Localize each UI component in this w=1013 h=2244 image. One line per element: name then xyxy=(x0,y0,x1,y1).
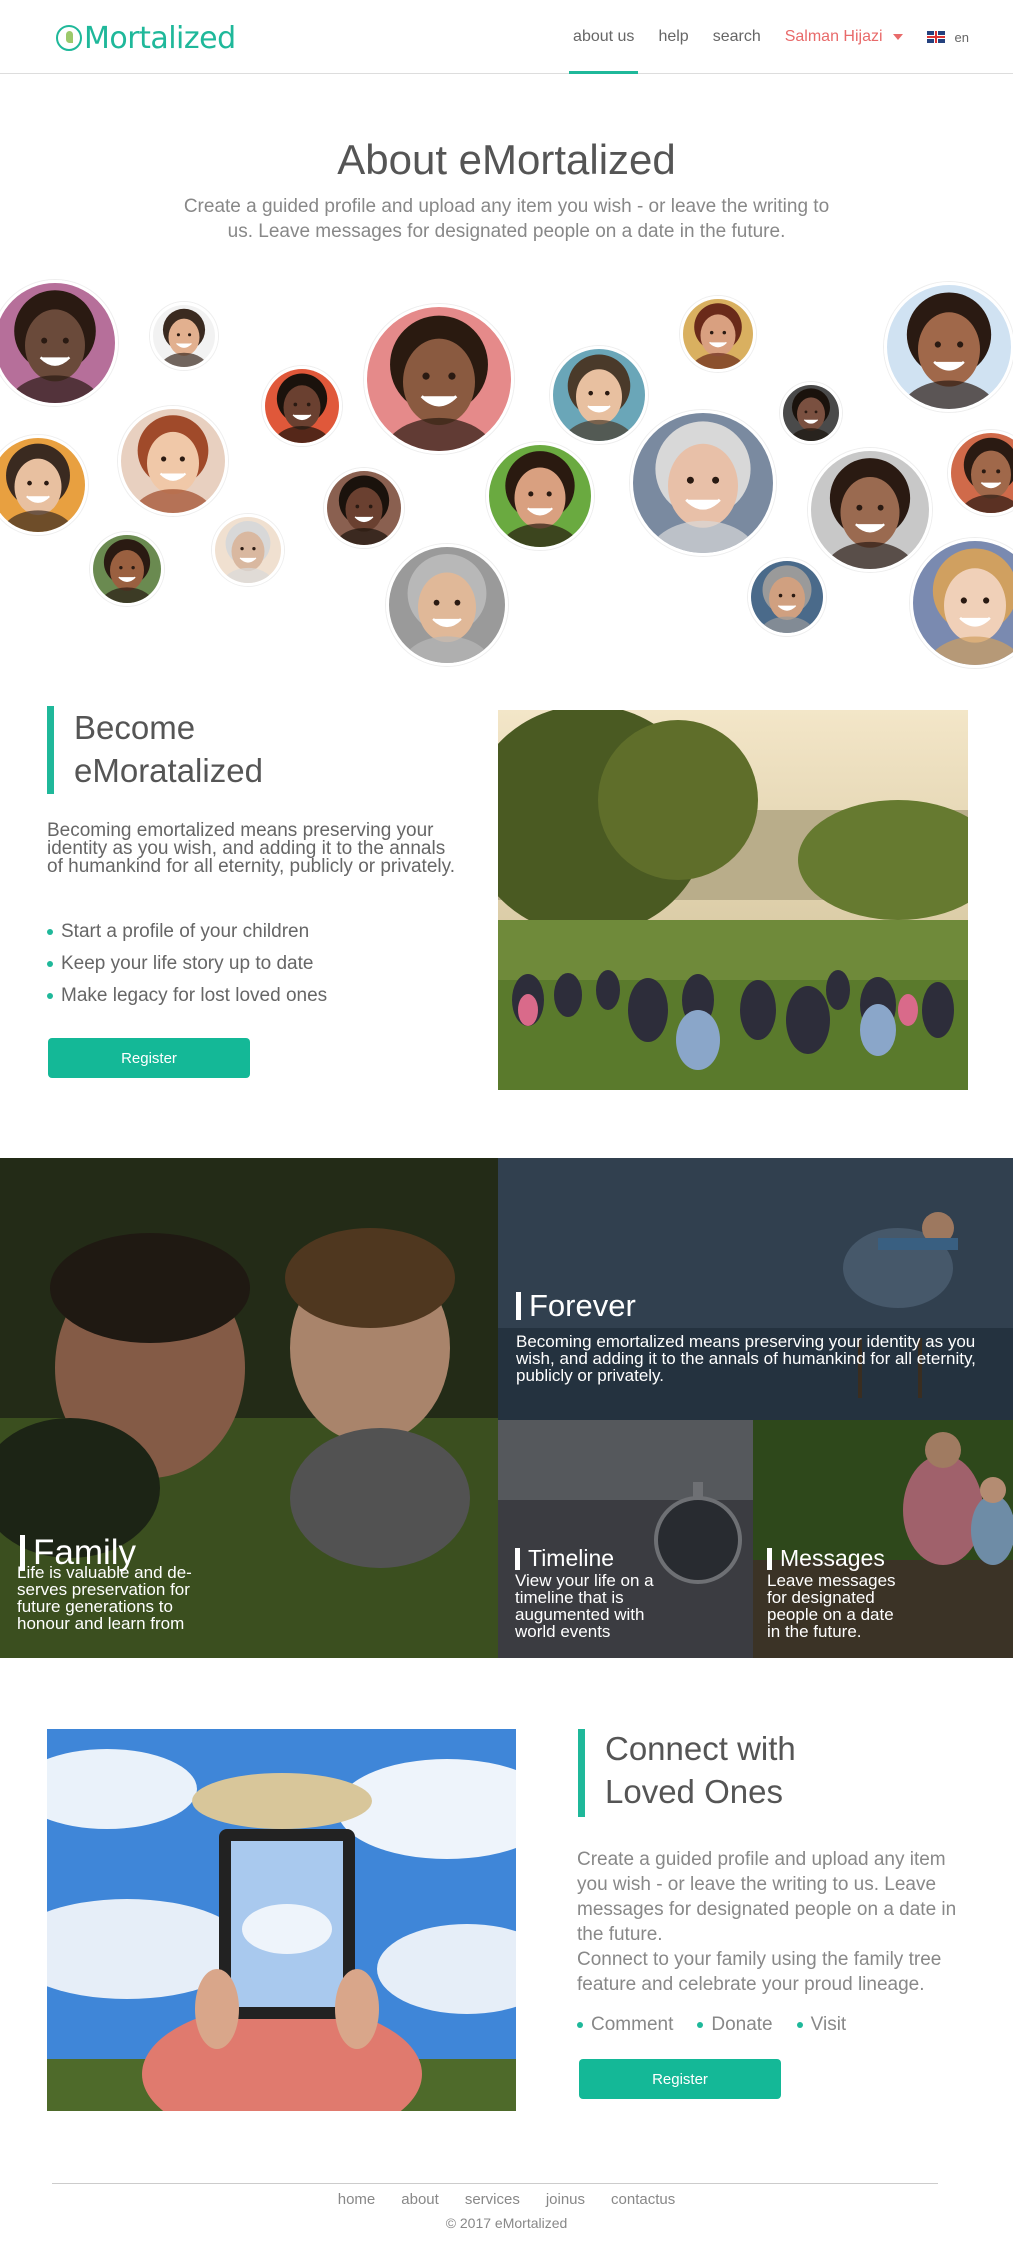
become-title-line2: eMoratalized xyxy=(74,752,263,789)
portrait-photo xyxy=(212,514,284,586)
bullet-icon xyxy=(47,961,53,967)
list-item: Donate xyxy=(697,2014,773,2036)
register-button[interactable]: Register xyxy=(579,2059,781,2099)
connect-paragraph-1: Create a guided profile and upload any i… xyxy=(577,1849,957,1945)
park-photo xyxy=(498,710,968,1090)
accent-bar xyxy=(47,706,54,794)
portrait-photo xyxy=(324,468,404,548)
nav-search[interactable]: search xyxy=(713,0,761,74)
footer-link-contactus[interactable]: contactus xyxy=(611,2191,675,2208)
connect-title-line1: Connect with xyxy=(605,1730,796,1767)
portrait-photo xyxy=(0,280,118,406)
logo-text: Mortalized xyxy=(84,20,236,56)
footer-link-services[interactable]: services xyxy=(465,2191,520,2208)
language-label: en xyxy=(954,29,969,45)
main-nav: about us help search Salman Hijazi en xyxy=(561,0,1013,74)
tile-timeline: Timeline View your life on a timeline th… xyxy=(498,1420,753,1658)
bullet-icon xyxy=(697,2022,704,2028)
portrait-photo xyxy=(808,448,932,572)
connect-bullets: Comment Donate Visit xyxy=(577,2014,870,2036)
footer-divider xyxy=(52,2183,938,2184)
portrait-photo xyxy=(118,406,228,516)
footer-nav: home about services joinus contactus xyxy=(0,2191,1013,2208)
accent-bar xyxy=(578,1729,585,1817)
page-title: About eMortalized xyxy=(337,136,676,183)
tile-forever: Forever Becoming emortalized means prese… xyxy=(498,1158,1013,1420)
portrait-photo xyxy=(550,346,648,444)
portrait-photo xyxy=(150,302,218,370)
nav-about-us[interactable]: about us xyxy=(569,0,639,74)
list-item: Start a profile of your children xyxy=(47,921,327,943)
portrait-photo xyxy=(486,442,594,550)
list-item: Make legacy for lost loved ones xyxy=(47,985,327,1007)
copyright: © 2017 eMortalized xyxy=(445,2215,568,2231)
faces-collage xyxy=(0,270,1013,690)
connect-title-line2: Loved Ones xyxy=(605,1773,783,1810)
bullet-icon xyxy=(577,2022,583,2028)
portrait-photo xyxy=(630,410,776,556)
language-selector[interactable]: en xyxy=(926,0,969,74)
nav-help[interactable]: help xyxy=(658,0,688,74)
footer-link-home[interactable]: home xyxy=(338,2191,376,2208)
list-item: Keep your life story up to date xyxy=(47,953,327,975)
logo[interactable]: Mortalized xyxy=(56,18,236,58)
portrait-photo xyxy=(262,366,342,446)
chevron-down-icon xyxy=(892,34,903,40)
become-title-line1: Become xyxy=(74,709,196,746)
portrait-photo xyxy=(90,532,164,606)
portrait-photo xyxy=(910,538,1013,668)
page-subtitle: Create a guided profile and upload any i… xyxy=(183,196,830,242)
portrait-photo xyxy=(780,382,842,444)
portrait-photo xyxy=(680,296,756,372)
become-title: Become eMoratalized xyxy=(74,706,263,792)
portrait-photo xyxy=(364,304,514,454)
tile-messages-title: Messages xyxy=(767,1545,885,1572)
tile-family: Family Life is valuable and de-serves pr… xyxy=(0,1158,498,1658)
tablet-photo xyxy=(47,1729,516,2111)
site-header: Mortalized about us help search Salman H… xyxy=(0,0,1013,74)
tile-forever-text: Becoming emortalized means preserving yo… xyxy=(516,1332,976,1385)
tile-timeline-title: Timeline xyxy=(515,1545,614,1572)
portrait-photo xyxy=(386,544,508,666)
connect-paragraph-2: Connect to your family using the family … xyxy=(577,1949,942,1995)
footer-link-joinus[interactable]: joinus xyxy=(546,2191,585,2208)
user-name: Salman Hijazi xyxy=(784,28,883,45)
become-description: Becoming emortalized means preserving yo… xyxy=(47,820,455,877)
bullet-icon xyxy=(796,2022,803,2028)
tile-messages: Messages Leave messages for designated p… xyxy=(753,1420,1013,1658)
bullet-icon xyxy=(47,929,53,935)
tile-forever-title: Forever xyxy=(516,1288,636,1324)
tile-timeline-text: View your life on a timeline that is aug… xyxy=(515,1571,654,1641)
connect-title: Connect with Loved Ones xyxy=(605,1727,796,1813)
register-button[interactable]: Register xyxy=(48,1038,250,1078)
footer-link-about[interactable]: about xyxy=(401,2191,439,2208)
uk-flag-icon xyxy=(926,31,945,43)
become-bullets: Start a profile of your children Keep yo… xyxy=(47,921,327,1017)
logo-icon xyxy=(56,25,82,51)
list-item: Visit xyxy=(796,2014,846,2036)
portrait-photo xyxy=(884,282,1013,412)
portrait-photo xyxy=(748,558,826,636)
tile-family-text: Life is valuable and de-serves preservat… xyxy=(17,1563,192,1633)
list-item: Comment xyxy=(577,2014,673,2036)
portrait-photo xyxy=(948,430,1013,516)
user-menu[interactable]: Salman Hijazi xyxy=(785,0,903,74)
bullet-icon xyxy=(47,993,53,999)
portrait-photo xyxy=(0,435,88,535)
tile-messages-text: Leave messages for designated people on … xyxy=(767,1571,896,1641)
